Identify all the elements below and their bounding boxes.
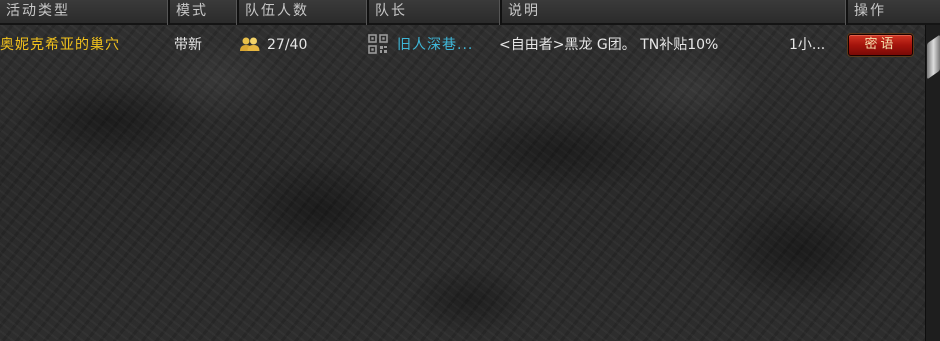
mode-cell: 带新 xyxy=(174,37,202,53)
column-header-team-count[interactable]: 队伍人数 xyxy=(239,0,369,25)
team-count-cell: 27/40 xyxy=(240,28,360,62)
group-finder-panel: 活动类型 模式 队伍人数 队长 说明 操作 奥妮克希亚的巢穴 带新 27/40 xyxy=(0,0,940,341)
whisper-button[interactable]: 密语 xyxy=(848,34,913,56)
column-header-mode[interactable]: 模式 xyxy=(170,0,239,25)
column-header-activity-type[interactable]: 活动类型 xyxy=(0,0,170,25)
leader-cell: 旧人深巷... xyxy=(368,28,498,62)
description-cell: <自由者>黑龙 G团。 TN补贴10% xyxy=(499,37,719,53)
table-header: 活动类型 模式 队伍人数 队长 说明 操作 xyxy=(0,0,940,25)
table-row[interactable]: 奥妮克希亚的巢穴 带新 27/40 旧人深巷... <自由者>黑龙 G团。 TN… xyxy=(0,28,924,62)
time-cell: 1小... xyxy=(789,37,826,53)
people-icon xyxy=(240,37,260,51)
team-count-value: 27/40 xyxy=(267,37,308,53)
leader-name[interactable]: 旧人深巷... xyxy=(397,28,473,62)
scrollbar[interactable] xyxy=(925,25,940,341)
qr-code-icon[interactable] xyxy=(368,34,388,54)
column-header-action[interactable]: 操作 xyxy=(848,0,925,25)
activity-type-cell: 奥妮克希亚的巢穴 xyxy=(0,37,120,53)
column-header-leader[interactable]: 队长 xyxy=(369,0,502,25)
scrollbar-thumb[interactable] xyxy=(927,34,940,80)
column-header-description[interactable]: 说明 xyxy=(502,0,848,25)
